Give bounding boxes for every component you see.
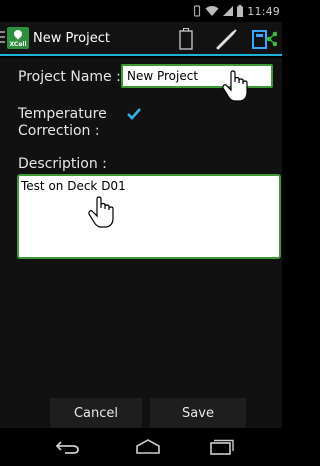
home-button[interactable] (128, 434, 168, 460)
app-logo[interactable]: XCell (7, 27, 29, 49)
drop-icon (12, 28, 24, 40)
status-bar: 11:49 (0, 0, 282, 22)
temperature-correction-checkbox[interactable] (126, 106, 142, 122)
status-time: 11:49 (247, 4, 280, 18)
description-label: Description : (18, 156, 107, 172)
project-name-label: Project Name : (18, 69, 121, 85)
action-bar: XCell New Project (0, 22, 282, 56)
battery-icon (237, 5, 244, 17)
edit-pen-icon (216, 29, 237, 50)
project-form: Project Name : New Project Temperature C… (0, 58, 282, 398)
edit-button[interactable] (213, 25, 241, 53)
vibrate-icon (194, 5, 201, 17)
signal-icon (223, 6, 234, 16)
page-title: New Project (33, 31, 110, 46)
share-icon (252, 30, 277, 49)
home-icon (136, 439, 160, 454)
drawer-indicator-icon[interactable] (0, 31, 5, 45)
share-button[interactable] (250, 25, 278, 53)
temperature-label-line1: Temperature (18, 106, 107, 122)
recents-button[interactable] (202, 434, 242, 460)
button-row: Cancel Save (0, 398, 282, 428)
project-name-input[interactable]: New Project (121, 64, 273, 88)
back-icon (55, 441, 79, 454)
checkmark-icon (127, 108, 141, 120)
pointer-hand-icon (222, 70, 248, 102)
recents-icon (210, 439, 234, 455)
description-textarea[interactable]: Test on Deck D01 (17, 174, 281, 259)
battery-status-button[interactable] (172, 25, 200, 53)
navigation-bar (0, 428, 282, 466)
save-button[interactable]: Save (150, 398, 246, 428)
battery-status-icon (179, 28, 193, 50)
pointer-hand-icon (88, 196, 114, 228)
status-icons: 11:49 (193, 3, 280, 19)
cancel-button[interactable]: Cancel (50, 398, 142, 428)
back-button[interactable] (48, 434, 88, 460)
app-logo-text: XCell (9, 41, 27, 48)
wifi-icon (205, 6, 219, 16)
temperature-label-line2: Correction : (18, 123, 100, 139)
